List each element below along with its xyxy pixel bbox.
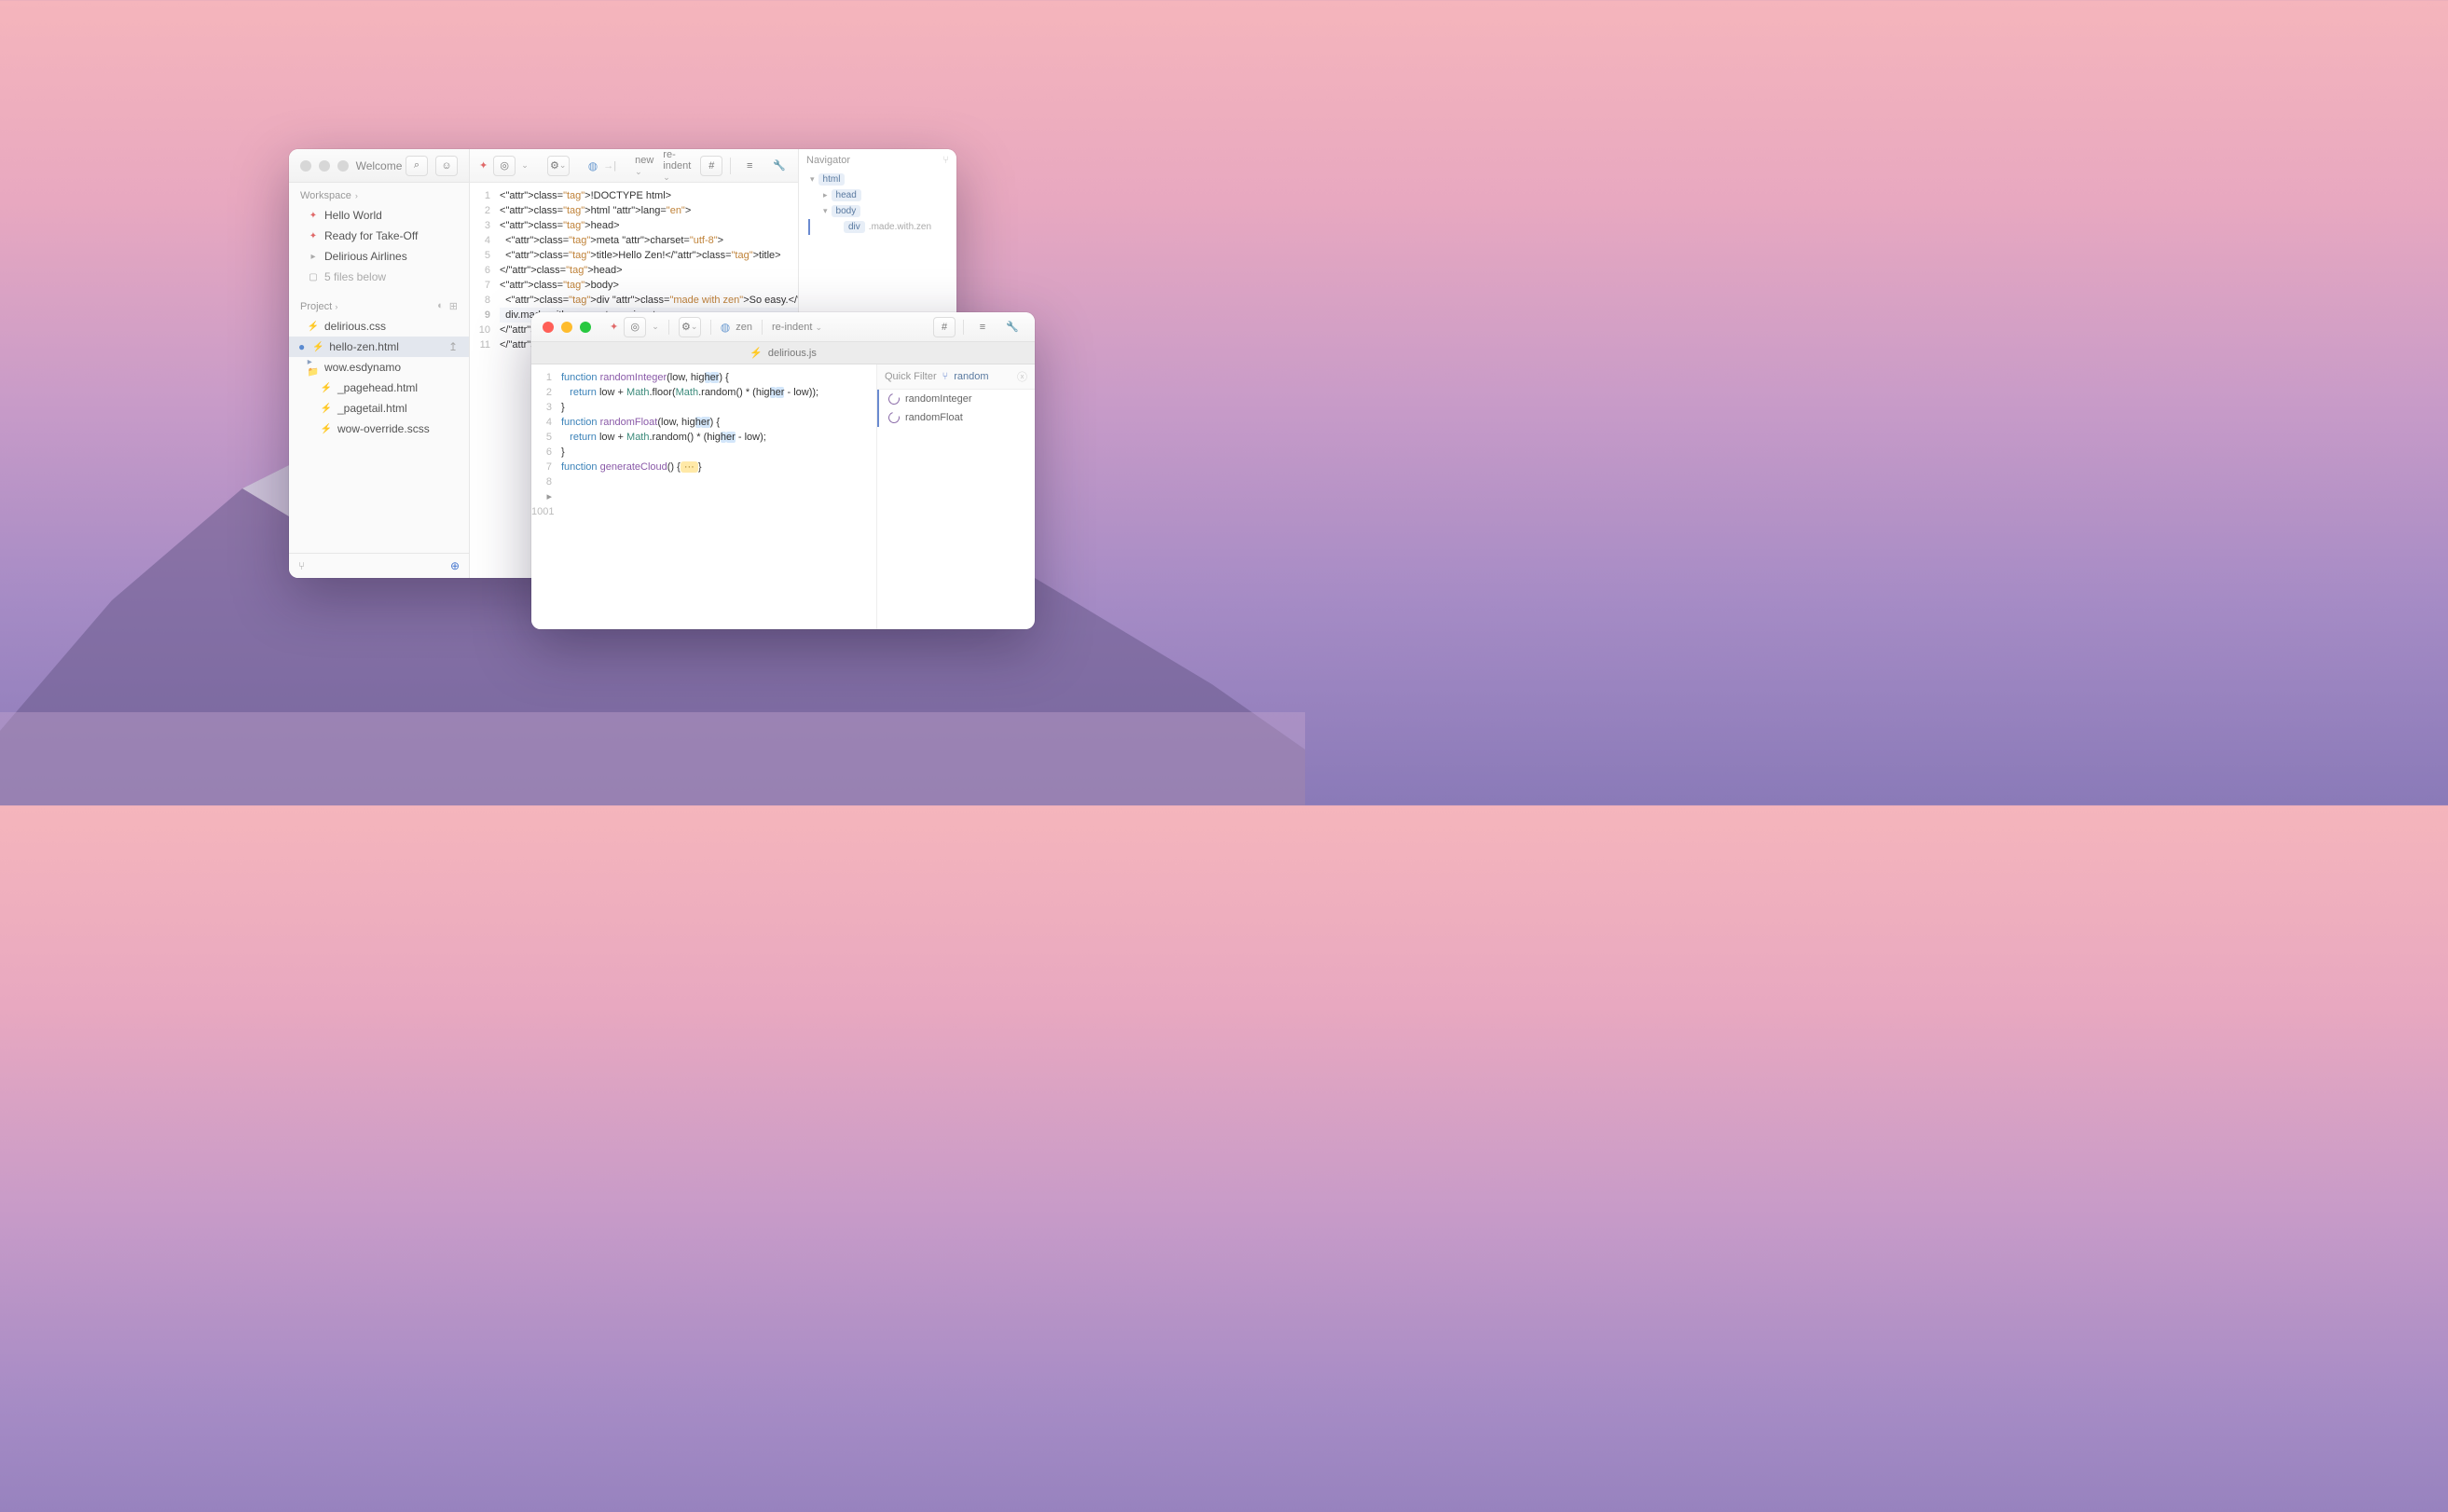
wrench-icon[interactable]: 🔧 — [768, 156, 791, 176]
stack-icon: ▢ — [308, 271, 319, 282]
gear-icon[interactable]: ⚙︎ ⌄ — [679, 317, 701, 337]
target-icon[interactable]: ◎ — [493, 156, 516, 176]
code-editor[interactable]: 12345678▸1001 function randomInteger(low… — [531, 364, 876, 629]
nav-node[interactable]: div.made.with.zen — [808, 219, 949, 235]
file-name: _pagehead.html — [337, 381, 418, 394]
traffic-lights[interactable] — [543, 322, 591, 333]
dropdown-icon[interactable]: ⌄ — [521, 160, 529, 171]
file-icon: ⚡ — [321, 403, 332, 414]
zoom-dot[interactable] — [337, 160, 349, 172]
file-name: delirious.css — [324, 320, 386, 333]
project-section-header[interactable]: Project › ◐ ⊞ — [289, 293, 469, 316]
window-title: Welcome — [356, 159, 403, 172]
file-icon: ▸ 📁 — [308, 362, 319, 373]
tab-bar[interactable]: • ⚡ delirious.js — [531, 342, 1035, 364]
line-gutter: 1234567891011 — [470, 183, 496, 578]
file-name: hello-zen.html — [329, 340, 399, 353]
workspace-item[interactable]: ▸Delirious Airlines — [289, 246, 469, 267]
play-icon: ▸ — [308, 251, 319, 262]
rocket-icon[interactable]: ✦ — [479, 159, 488, 172]
rocket-icon: ✦ — [308, 230, 319, 241]
wrench-icon[interactable]: 🔧 — [1001, 317, 1024, 337]
function-icon — [887, 392, 901, 406]
tab-label: delirious.js — [768, 348, 817, 359]
function-icon — [887, 410, 901, 425]
smile-icon[interactable]: ☺ — [435, 156, 458, 176]
file-name: _pagetail.html — [337, 402, 407, 415]
nav-node[interactable]: ▾body — [806, 203, 949, 219]
file-icon: ⚡ — [321, 423, 332, 434]
workspace-item[interactable]: ✦Hello World — [289, 205, 469, 226]
list-icon[interactable]: ≡ — [738, 156, 761, 176]
symbol-item[interactable]: randomInteger — [877, 390, 1035, 408]
arrow-icon: →| — [603, 160, 616, 172]
list-icon[interactable]: ≡ — [971, 317, 994, 337]
sidebar-footer: ⑂ ⊕ — [289, 553, 469, 578]
hash-icon[interactable]: # — [933, 317, 956, 337]
target-icon[interactable]: ◎ — [624, 317, 646, 337]
minimize-dot[interactable] — [561, 322, 572, 333]
filter-icon[interactable]: ⑂ — [942, 155, 949, 166]
file-item[interactable]: ⚡ delirious.css — [289, 316, 469, 337]
rocket-icon: ✦ — [308, 210, 319, 221]
globe-icon[interactable]: ◍ — [721, 321, 730, 334]
minimize-dot[interactable] — [319, 160, 330, 172]
file-icon: ⚡ — [750, 347, 763, 359]
reindent-button[interactable]: re-indent ⌄ — [772, 322, 822, 333]
file-item[interactable]: ▸ 📁 wow.esdynamo — [289, 357, 469, 378]
navigator-title: Navigator — [806, 155, 850, 166]
file-item[interactable]: ⚡ _pagehead.html — [289, 378, 469, 398]
reindent-button[interactable]: re-indent ⌄ — [663, 149, 691, 183]
files-below[interactable]: ▢5 files below — [289, 267, 469, 287]
line-gutter: 12345678▸1001 — [531, 364, 557, 629]
preview-icon[interactable]: ◐ — [437, 300, 444, 312]
symbol-item[interactable]: randomFloat — [877, 408, 1035, 427]
close-dot[interactable] — [300, 160, 311, 172]
gear-icon[interactable]: ⚙︎ ⌄ — [547, 156, 570, 176]
filter-icon[interactable]: ⑂ — [298, 559, 305, 572]
quick-filter-label: Quick Filter — [885, 371, 937, 382]
traffic-lights[interactable] — [300, 160, 349, 172]
editor-window-secondary: ✦ ◎⌄ ⚙︎ ⌄ ◍ zen re-indent ⌄ # ≡ 🔧 • ⚡ de… — [531, 312, 1035, 629]
zoom-dot[interactable] — [580, 322, 591, 333]
filter-icon: ⑂ — [942, 371, 949, 382]
file-name: wow.esdynamo — [324, 361, 401, 374]
clear-icon[interactable]: ⓧ — [1017, 369, 1027, 384]
grid-icon[interactable]: ⊞ — [449, 300, 458, 312]
file-name: wow-override.scss — [337, 422, 430, 435]
quick-filter-panel: Quick Filter ⑂ ⓧ randomInteger randomFlo… — [876, 364, 1035, 629]
file-item[interactable]: ⚡ _pagetail.html — [289, 398, 469, 419]
add-icon[interactable]: ⊕ — [450, 559, 460, 572]
file-item[interactable]: ●⚡hello-zen.html↥ — [289, 337, 469, 357]
quick-filter-input[interactable] — [954, 371, 1010, 382]
file-icon: ⚡ — [308, 321, 319, 332]
file-icon: ⚡ — [321, 382, 332, 393]
new-button[interactable]: new ⌄ — [635, 155, 653, 177]
nav-node[interactable]: ▸head — [806, 187, 949, 203]
close-dot[interactable] — [543, 322, 554, 333]
file-item[interactable]: ⚡ wow-override.scss — [289, 419, 469, 439]
workspace-item[interactable]: ✦Ready for Take-Off — [289, 226, 469, 246]
sidebar: Welcome ⌕ ☺ Workspace› ✦Hello World ✦Rea… — [289, 149, 470, 578]
globe-icon[interactable]: ◍ — [588, 159, 598, 172]
file-icon: ⚡ — [312, 341, 323, 352]
editor-toolbar: ✦ ◎ ⌄ ⚙︎ ⌄ ◍ →| new ⌄ re-indent — [470, 149, 798, 183]
nav-node[interactable]: ▾html — [806, 172, 949, 187]
search-icon[interactable]: ⌕ — [406, 156, 428, 176]
hash-icon[interactable]: # — [700, 156, 722, 176]
rocket-icon[interactable]: ✦ — [610, 321, 618, 333]
workspace-section-header[interactable]: Workspace› — [289, 183, 469, 205]
zen-button[interactable]: zen — [736, 322, 752, 333]
